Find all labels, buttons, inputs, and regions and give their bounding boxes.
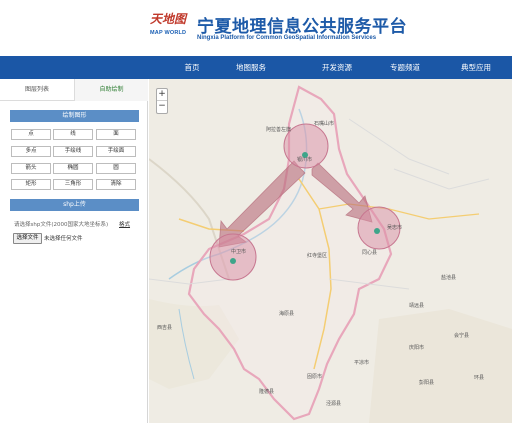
main-nav: 首页 地图服务 开发资源 专题频道 典型应用	[0, 56, 512, 79]
point-marker-wuzhong	[374, 228, 380, 234]
nav-dev-resources[interactable]: 开发资源	[302, 56, 372, 79]
draw-multipoint-button[interactable]: 多点	[11, 146, 51, 157]
draw-triangle-button[interactable]: 三角形	[53, 179, 93, 190]
nav-map-services[interactable]: 地图服务	[224, 56, 278, 79]
site-subtitle: Ningxia Platform for Common GeoSpatial I…	[197, 35, 377, 41]
draw-polygon-button[interactable]: 面	[96, 129, 136, 140]
sidebar-panel: 图层列表 自助绘制 绘制图形 点 线 面 多点 手绘线 手绘面 箭头 椭圆 圆 …	[0, 79, 148, 423]
place-label: 西吉县	[157, 324, 172, 331]
place-label: 同心县	[362, 249, 377, 256]
shp-section-header: shp上传	[10, 199, 139, 211]
zoom-out-button[interactable]: −	[157, 101, 167, 113]
draw-ellipse-button[interactable]: 椭圆	[53, 163, 93, 174]
place-label: 阿拉善左旗	[266, 126, 291, 133]
point-marker-zhongwei	[230, 258, 236, 264]
place-label: 固原市	[307, 373, 322, 380]
place-label: 平凉市	[354, 359, 369, 366]
draw-freehand-polygon-button[interactable]: 手绘面	[96, 146, 136, 157]
nav-topic-channel[interactable]: 专题频道	[370, 56, 440, 79]
place-label: 靖远县	[409, 302, 424, 309]
nav-typical-apps[interactable]: 典型应用	[440, 56, 512, 79]
draw-freehand-line-button[interactable]: 手绘线	[53, 146, 93, 157]
place-label: 红寺堡区	[307, 252, 327, 259]
no-file-text: 未选择任何文件	[44, 236, 83, 242]
zoom-in-button[interactable]: +	[157, 89, 167, 101]
draw-arrow-button[interactable]: 箭头	[11, 163, 51, 174]
draw-rectangle-button[interactable]: 矩形	[11, 179, 51, 190]
place-label: 中卫市	[231, 248, 246, 255]
shp-format-link[interactable]: 格式	[119, 220, 130, 228]
logo-en-text: MAP WORLD	[150, 30, 187, 36]
zoom-control: + −	[156, 88, 168, 114]
tab-self-draw[interactable]: 自助绘制	[74, 79, 148, 101]
drawn-circle-zhongwei	[209, 233, 257, 281]
tab-layer-list[interactable]: 图层列表	[0, 79, 74, 101]
shp-hint-text: 请选择shp文件(2000国家大地坐标系)	[14, 222, 109, 228]
site-header: 天地图 MAP WORLD 宁夏地理信息公共服务平台 Ningxia Platf…	[0, 0, 512, 54]
draw-line-button[interactable]: 线	[53, 129, 93, 140]
place-label: 泾源县	[326, 400, 341, 407]
place-label: 彭阳县	[419, 379, 434, 386]
site-title: 宁夏地理信息公共服务平台	[197, 17, 407, 37]
place-label: 吴忠市	[387, 224, 402, 231]
place-label: 海原县	[279, 310, 294, 317]
place-label: 会宁县	[454, 332, 469, 339]
draw-section-header: 绘制图形	[10, 110, 139, 122]
choose-file-button[interactable]: 选择文件	[13, 233, 42, 244]
map-view[interactable]: 阿拉善左旗 石嘴山市 银川市 吴忠市 中卫市 盐池县 同心县 红寺堡区 固原市 …	[149, 79, 512, 423]
draw-circle-button[interactable]: 圆	[96, 163, 136, 174]
place-label: 庆阳市	[409, 344, 424, 351]
place-label: 隆德县	[259, 388, 274, 395]
tianditu-logo[interactable]: 天地图 MAP WORLD	[150, 10, 190, 44]
logo-cn-text: 天地图	[150, 12, 187, 26]
nav-home[interactable]: 首页	[160, 56, 224, 79]
draw-point-button[interactable]: 点	[11, 129, 51, 140]
map-canvas[interactable]: 阿拉善左旗 石嘴山市 银川市 吴忠市 中卫市 盐池县 同心县 红寺堡区 固原市 …	[149, 79, 512, 423]
place-label: 石嘴山市	[314, 120, 334, 127]
sidebar-tabs: 图层列表 自助绘制	[0, 79, 148, 101]
place-label: 环县	[474, 375, 484, 381]
place-label: 盐池县	[441, 274, 456, 281]
clear-drawings-button[interactable]: 清除	[96, 179, 136, 190]
place-label: 银川市	[297, 156, 312, 163]
